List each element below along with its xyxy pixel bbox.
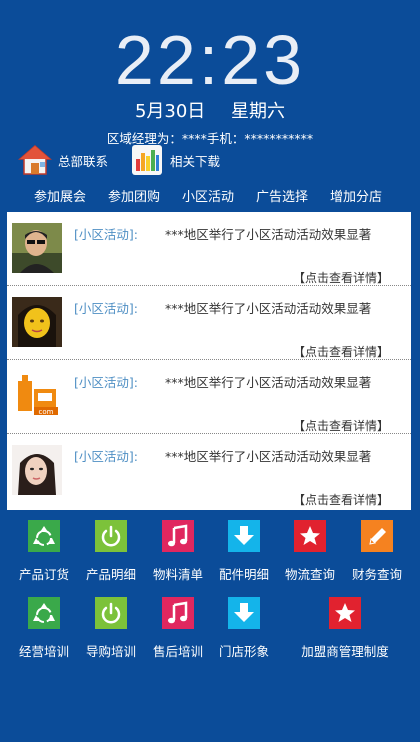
music-icon bbox=[162, 597, 194, 629]
logo-text: com bbox=[39, 408, 54, 416]
feed-item-tag: [小区活动]: bbox=[74, 227, 138, 242]
feed-item[interactable]: com [小区活动]: ***地区举行了小区活动活动效果显著 【点击查看详情】 bbox=[7, 360, 411, 434]
feed-item[interactable]: [小区活动]: ***地区举行了小区活动活动效果显著 【点击查看详情】 bbox=[7, 434, 411, 508]
star-icon bbox=[294, 520, 326, 552]
feed-item-text: ***地区举行了小区活动活动效果显著 bbox=[165, 301, 372, 316]
recycle-icon bbox=[28, 520, 60, 552]
home-screen: 22:23 5月30日 星期六 区域经理为：****手机：***********… bbox=[0, 0, 420, 742]
tile-finance-query[interactable]: 财务查询 bbox=[344, 520, 410, 583]
feed-item-more-link[interactable]: 【点击查看详情】 bbox=[293, 417, 389, 434]
tile-franchise-management[interactable]: 加盟商管理制度 bbox=[298, 597, 392, 660]
bar-chart-icon bbox=[130, 143, 164, 177]
power-icon bbox=[95, 520, 127, 552]
tile-sales-guide-training[interactable]: 导购培训 bbox=[78, 597, 144, 660]
clock-date: 5月30日 bbox=[134, 101, 206, 122]
tile-parts-detail[interactable]: 配件明细 bbox=[211, 520, 277, 583]
clock-time: 22:23 bbox=[114, 21, 306, 99]
download-icon bbox=[228, 520, 260, 552]
download-icon bbox=[228, 597, 260, 629]
date-row: 5月30日 星期六 bbox=[0, 97, 420, 123]
star-icon bbox=[329, 597, 361, 629]
feed-item-more-link[interactable]: 【点击查看详情】 bbox=[293, 269, 389, 286]
tile-label: 售后培训 bbox=[152, 644, 203, 659]
tile-label: 财务查询 bbox=[351, 567, 402, 582]
man-avatar bbox=[12, 223, 62, 273]
woman-avatar bbox=[12, 445, 62, 495]
nav-item-group-buy[interactable]: 参加团购 bbox=[108, 186, 160, 205]
feed-item-more-link[interactable]: 【点击查看详情】 bbox=[293, 491, 389, 508]
tile-label: 产品明细 bbox=[85, 567, 136, 582]
feed-item[interactable]: [小区活动]: ***地区举行了小区活动活动效果显著 【点击查看详情】 bbox=[7, 212, 411, 286]
tile-business-training[interactable]: 经营培训 bbox=[11, 597, 77, 660]
nav-bar: 参加展会 参加团购 小区活动 广告选择 增加分店 bbox=[0, 186, 420, 208]
feed-item-text: ***地区举行了小区活动活动效果显著 bbox=[165, 375, 372, 390]
nav-item-add-branch[interactable]: 增加分店 bbox=[330, 186, 382, 205]
music-icon bbox=[162, 520, 194, 552]
quick-link-download[interactable]: 相关下载 bbox=[130, 143, 220, 177]
recycle-icon bbox=[28, 597, 60, 629]
quick-link-contact[interactable]: 总部联系 bbox=[17, 143, 109, 177]
tile-label: 配件明细 bbox=[218, 567, 269, 582]
nav-item-ads[interactable]: 广告选择 bbox=[256, 186, 308, 205]
feed-item[interactable]: [小区活动]: ***地区举行了小区活动活动效果显著 【点击查看详情】 bbox=[7, 286, 411, 360]
tile-label: 物料清单 bbox=[152, 567, 203, 582]
logo-avatar: com bbox=[12, 371, 62, 421]
tile-logistics-query[interactable]: 物流查询 bbox=[277, 520, 343, 583]
feed-item-text: ***地区举行了小区活动活动效果显著 bbox=[165, 227, 372, 242]
power-icon bbox=[95, 597, 127, 629]
feed-item-tag: [小区活动]: bbox=[74, 375, 138, 390]
quick-link-download-label: 相关下载 bbox=[170, 153, 221, 169]
pencil-icon bbox=[361, 520, 393, 552]
nav-item-community[interactable]: 小区活动 bbox=[182, 186, 234, 205]
activity-feed: [小区活动]: ***地区举行了小区活动活动效果显著 【点击查看详情】 [小区活… bbox=[7, 212, 411, 510]
clock-weekday: 星期六 bbox=[231, 101, 286, 122]
tile-label: 物流查询 bbox=[284, 567, 335, 582]
feed-item-tag: [小区活动]: bbox=[74, 449, 138, 464]
tile-label: 经营培训 bbox=[18, 644, 69, 659]
nav-item-expo[interactable]: 参加展会 bbox=[34, 186, 86, 205]
feed-item-more-link[interactable]: 【点击查看详情】 bbox=[293, 343, 389, 360]
tile-label: 门店形象 bbox=[218, 644, 269, 659]
tile-material-list[interactable]: 物料清单 bbox=[145, 520, 211, 583]
tile-after-sales-training[interactable]: 售后培训 bbox=[145, 597, 211, 660]
house-icon bbox=[17, 143, 53, 177]
tile-label: 加盟商管理制度 bbox=[301, 644, 389, 659]
quick-links: 总部联系 相关下载 bbox=[17, 142, 234, 178]
tile-label: 产品订货 bbox=[18, 567, 69, 582]
tile-product-order[interactable]: 产品订货 bbox=[11, 520, 77, 583]
tile-label: 导购培训 bbox=[85, 644, 136, 659]
tile-product-detail[interactable]: 产品明细 bbox=[78, 520, 144, 583]
quick-link-contact-label: 总部联系 bbox=[58, 153, 109, 169]
woman-yellow-avatar bbox=[12, 297, 62, 347]
feed-item-text: ***地区举行了小区活动活动效果显著 bbox=[165, 449, 372, 464]
feed-item-tag: [小区活动]: bbox=[74, 301, 138, 316]
tile-store-image[interactable]: 门店形象 bbox=[211, 597, 277, 660]
